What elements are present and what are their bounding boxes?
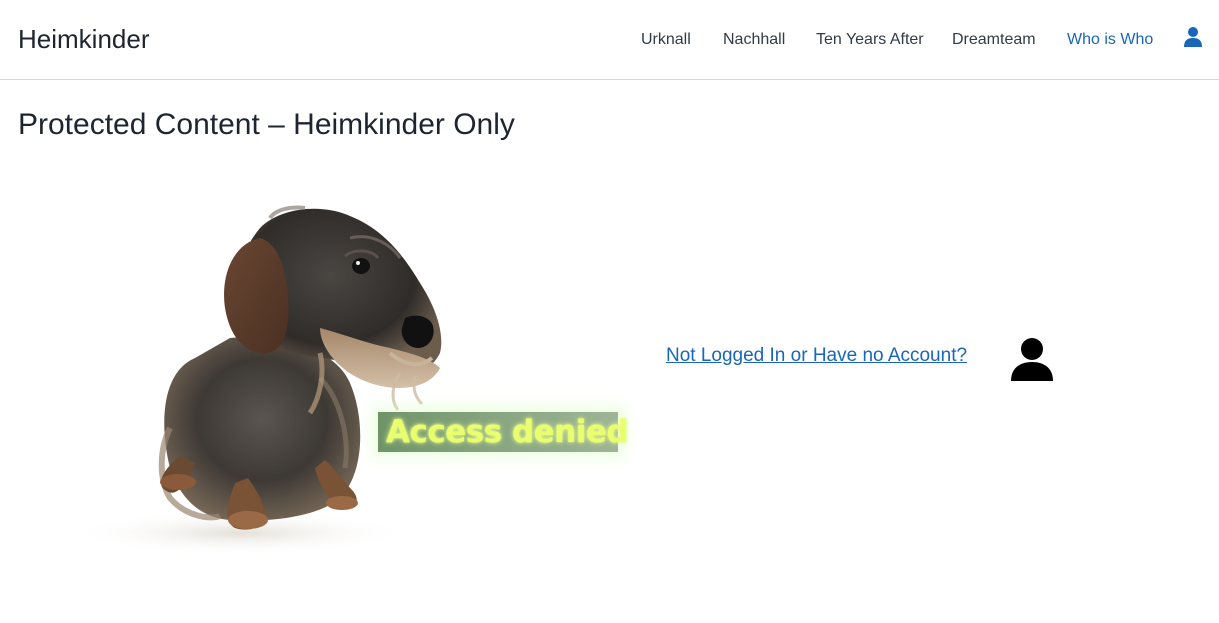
main-nav: Urknall Nachhall Ten Years After Dreamte…: [0, 31, 1219, 51]
dog-image: [70, 205, 442, 555]
login-link[interactable]: Not Logged In or Have no Account?: [666, 345, 967, 367]
nav-item-urknall[interactable]: Urknall: [641, 31, 691, 49]
nav-item-nachhall[interactable]: Nachhall: [723, 31, 785, 49]
page-title: Protected Content – Heimkinder Only: [18, 108, 515, 141]
nav-item-dreamteam[interactable]: Dreamteam: [952, 31, 1036, 49]
nav-item-who-is-who[interactable]: Who is Who: [1067, 31, 1153, 49]
user-icon[interactable]: [1183, 26, 1203, 48]
site-header: Heimkinder Urknall Nachhall Ten Years Af…: [0, 0, 1219, 80]
person-icon[interactable]: [1010, 337, 1054, 381]
nav-item-ten-years-after[interactable]: Ten Years After: [816, 31, 924, 49]
access-denied-text: Access denied: [386, 414, 629, 450]
access-denied-badge: Access denied: [378, 412, 629, 452]
